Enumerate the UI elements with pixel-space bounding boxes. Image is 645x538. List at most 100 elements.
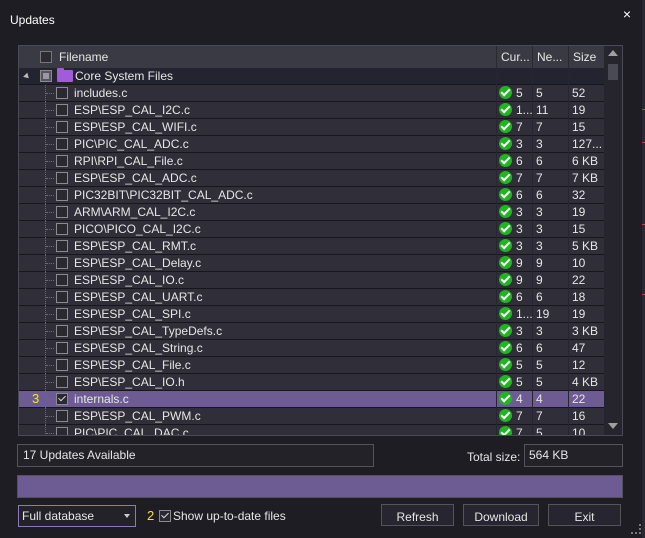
download-button[interactable]: Download: [463, 504, 539, 526]
table-row[interactable]: PIC\PIC_CAL_DAC.c 7 5 10 KB: [19, 425, 604, 435]
row-current-version: 3: [516, 222, 523, 236]
group-checkbox[interactable]: [40, 70, 52, 82]
folder-icon: [57, 68, 73, 82]
refresh-button[interactable]: Refresh: [381, 504, 454, 526]
row-checkbox[interactable]: [56, 104, 68, 116]
table-row[interactable]: ESP\ESP_CAL_Delay.c9910 KB: [19, 255, 604, 286]
check-circle-icon: [499, 375, 512, 388]
vertical-scrollbar[interactable]: [604, 46, 622, 435]
row-checkbox[interactable]: [56, 257, 68, 269]
row-checkbox[interactable]: [56, 121, 68, 133]
table-row[interactable]: PIC32BIT\PIC32BIT_CAL_ADC.c6632 KB: [19, 187, 604, 218]
row-checkbox[interactable]: [56, 189, 68, 201]
check-circle-icon: [499, 222, 512, 235]
select-all-checkbox[interactable]: [40, 51, 52, 63]
table-row[interactable]: ESP\ESP_CAL_IO.h 5 5 4 KB: [19, 374, 604, 391]
table-row[interactable]: PICO\PICO_CAL_I2C.c3315 KB: [19, 221, 604, 252]
row-checkbox[interactable]: [56, 87, 68, 99]
check-circle-icon: [499, 188, 512, 201]
check-circle-icon: [499, 154, 512, 167]
row-current-version: 7: [516, 171, 523, 185]
row-checkbox[interactable]: [56, 172, 68, 184]
column-header-current[interactable]: Cur...: [497, 46, 533, 68]
row-filename: ESP\ESP_CAL_TypeDefs.c: [74, 324, 223, 338]
row-new-version: 7: [536, 171, 543, 185]
table-row[interactable]: ESP\ESP_CAL_PWM.c7716 KB: [19, 408, 604, 435]
row-size: 7 KB: [572, 171, 599, 185]
check-circle-icon: [499, 409, 512, 422]
table-row[interactable]: ESP\ESP_CAL_TypeDefs.c 3 3 3 KB: [19, 323, 604, 340]
table-row[interactable]: ESP\ESP_CAL_RMT.c 3 3 5 KB: [19, 238, 604, 255]
row-checkbox[interactable]: [56, 155, 68, 167]
row-checkbox[interactable]: [56, 427, 68, 435]
updates-grid[interactable]: Filename Cur... Ne... Size Core System F…: [18, 45, 623, 436]
row-filename: PIC\PIC_CAL_DAC.c: [74, 426, 189, 435]
table-row[interactable]: PIC\PIC_CAL_ADC.c 3 3 127...: [19, 136, 604, 153]
row-checkbox[interactable]: [56, 206, 68, 218]
check-circle-icon: [499, 324, 512, 337]
title-bar[interactable]: Updates ×: [0, 0, 645, 40]
tree-line: [46, 348, 54, 350]
show-uptodate-label[interactable]: Show up-to-date files: [173, 509, 286, 523]
row-new-version: 6: [536, 154, 543, 168]
table-row[interactable]: RPI\RPI_CAL_File.c 6 6 6 KB: [19, 153, 604, 170]
row-checkbox[interactable]: [56, 223, 68, 235]
show-uptodate-checkbox[interactable]: [159, 510, 171, 522]
check-circle-icon: [499, 171, 512, 184]
row-new-version: 9: [536, 256, 543, 270]
row-checkbox[interactable]: [56, 359, 68, 371]
row-current-version: 6: [516, 290, 523, 304]
check-circle-icon: [499, 103, 512, 116]
table-row[interactable]: includes.c5552 KB: [19, 85, 604, 116]
row-new-version: 6: [536, 290, 543, 304]
table-row[interactable]: ESP\ESP_CAL_I2C.c1...1119 KB: [19, 102, 604, 133]
scroll-thumb[interactable]: [608, 64, 618, 80]
row-checkbox[interactable]: [56, 410, 68, 422]
table-row[interactable]: ESP\ESP_CAL_String.c6647 KB: [19, 340, 604, 371]
scroll-down-icon[interactable]: [608, 423, 618, 429]
table-row[interactable]: ESP\ESP_CAL_IO.c9922 KB: [19, 272, 604, 303]
row-new-version: 5: [536, 375, 543, 389]
row-checkbox[interactable]: [56, 308, 68, 320]
row-filename: RPI\RPI_CAL_File.c: [74, 154, 183, 168]
row-checkbox[interactable]: [56, 291, 68, 303]
annotation-marker-2: 2: [147, 508, 155, 523]
row-checkbox[interactable]: [56, 393, 68, 405]
column-header-filename[interactable]: Filename: [19, 46, 497, 68]
table-row[interactable]: ESP\ESP_CAL_WIFI.c7715 KB: [19, 119, 604, 150]
check-circle-icon: [499, 273, 512, 286]
row-checkbox[interactable]: [56, 376, 68, 388]
scroll-up-icon[interactable]: [608, 50, 618, 56]
resize-grip-icon[interactable]: [631, 524, 641, 534]
row-new-version: 6: [536, 341, 543, 355]
scope-select[interactable]: Full database: [18, 505, 136, 527]
table-row[interactable]: ESP\ESP_CAL_File.c5512 KB: [19, 357, 604, 388]
row-checkbox[interactable]: [56, 240, 68, 252]
row-filename: PIC32BIT\PIC32BIT_CAL_ADC.c: [74, 188, 253, 202]
row-checkbox[interactable]: [56, 274, 68, 286]
tree-line: [46, 110, 54, 112]
table-row[interactable]: ESP\ESP_CAL_SPI.c1...1919 KB: [19, 306, 604, 337]
check-circle-icon: [499, 256, 512, 269]
row-checkbox[interactable]: [56, 138, 68, 150]
row-checkbox[interactable]: [56, 325, 68, 337]
row-current-version: 6: [516, 341, 523, 355]
column-header-size[interactable]: Size: [569, 46, 605, 68]
collapse-arrow-icon[interactable]: [23, 72, 31, 81]
close-icon[interactable]: ×: [623, 6, 631, 22]
row-size: 127...: [572, 137, 603, 151]
chevron-down-icon[interactable]: [124, 514, 130, 518]
row-checkbox[interactable]: [56, 342, 68, 354]
table-row[interactable]: ARM\ARM_CAL_I2C.c3319 KB: [19, 204, 604, 235]
exit-button[interactable]: Exit: [548, 504, 621, 526]
table-row[interactable]: ESP\ESP_CAL_ADC.c 7 7 7 KB: [19, 170, 604, 187]
table-row[interactable]: ESP\ESP_CAL_UART.c6618 KB: [19, 289, 604, 320]
row-new-version: 11: [536, 103, 549, 117]
group-row-core-system-files[interactable]: Core System Files: [19, 68, 604, 85]
row-filename: ESP\ESP_CAL_WIFI.c: [74, 120, 197, 134]
column-header-new[interactable]: Ne...: [533, 46, 569, 68]
row-new-version: 5: [536, 426, 543, 435]
tree-line: [46, 263, 54, 265]
table-row[interactable]: internals.c4422 KB: [19, 391, 604, 422]
row-current-version: 5: [516, 375, 523, 389]
